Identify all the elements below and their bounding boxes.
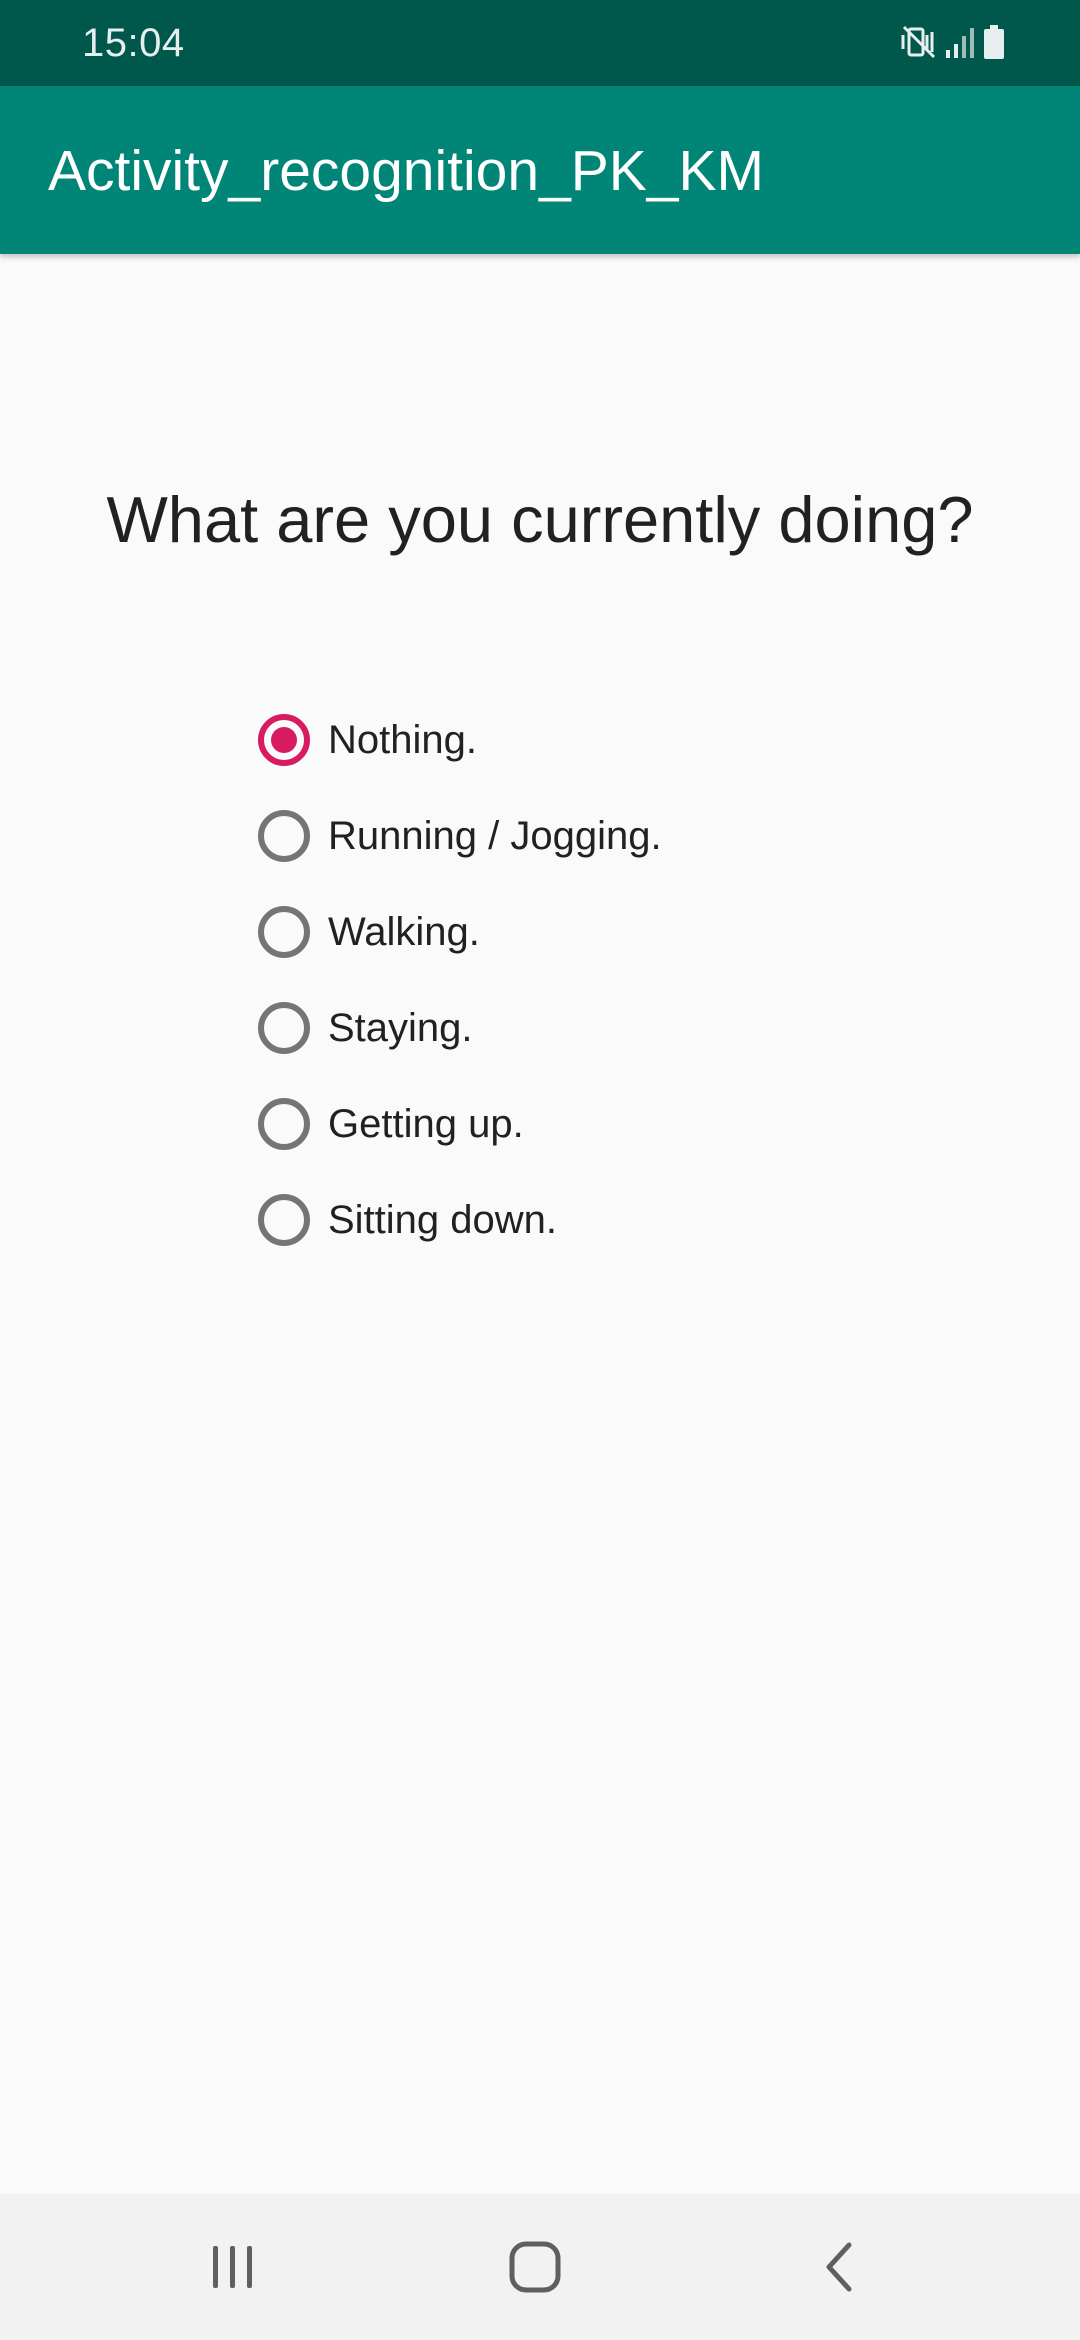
radio-button[interactable] xyxy=(258,906,310,958)
radio-label[interactable]: Staying. xyxy=(328,1003,473,1053)
radio-label[interactable]: Running / Jogging. xyxy=(328,811,662,861)
radio-button-checked[interactable] xyxy=(258,714,310,766)
activity-radio-group: Nothing. Running / Jogging. Walking. Sta… xyxy=(254,692,662,1268)
radio-label[interactable]: Sitting down. xyxy=(328,1195,557,1245)
home-icon xyxy=(508,2240,562,2299)
radio-label[interactable]: Walking. xyxy=(328,907,480,957)
radio-dot xyxy=(271,727,297,753)
back-icon xyxy=(821,2241,855,2298)
radio-option-staying[interactable]: Staying. xyxy=(254,980,662,1076)
radio-label[interactable]: Nothing. xyxy=(328,715,477,765)
radio-option-sitting-down[interactable]: Sitting down. xyxy=(254,1172,662,1268)
radio-label[interactable]: Getting up. xyxy=(328,1099,524,1149)
radio-option-nothing[interactable]: Nothing. xyxy=(254,692,662,788)
status-icons xyxy=(900,22,1006,66)
radio-button[interactable] xyxy=(258,810,310,862)
home-button[interactable] xyxy=(475,2224,595,2314)
recents-icon xyxy=(209,2242,257,2297)
radio-button[interactable] xyxy=(258,1194,310,1246)
radio-button[interactable] xyxy=(258,1098,310,1150)
app-bar: Activity_recognition_PK_KM xyxy=(0,86,1080,254)
app-title: Activity_recognition_PK_KM xyxy=(48,139,765,203)
question-heading: What are you currently doing? xyxy=(106,483,974,556)
radio-option-walking[interactable]: Walking. xyxy=(254,884,662,980)
radio-option-running[interactable]: Running / Jogging. xyxy=(254,788,662,884)
radio-button[interactable] xyxy=(258,1002,310,1054)
radio-option-getting-up[interactable]: Getting up. xyxy=(254,1076,662,1172)
status-bar: 15:04 xyxy=(0,0,1080,86)
battery-icon xyxy=(982,24,1006,65)
signal-icon xyxy=(944,24,976,65)
main-content: What are you currently doing? Nothing. R… xyxy=(0,254,1080,2194)
vibrate-mute-icon xyxy=(900,23,938,66)
back-button[interactable] xyxy=(778,2224,898,2314)
status-time: 15:04 xyxy=(82,21,185,65)
navigation-bar xyxy=(0,2194,1080,2340)
recents-button[interactable] xyxy=(173,2224,293,2314)
